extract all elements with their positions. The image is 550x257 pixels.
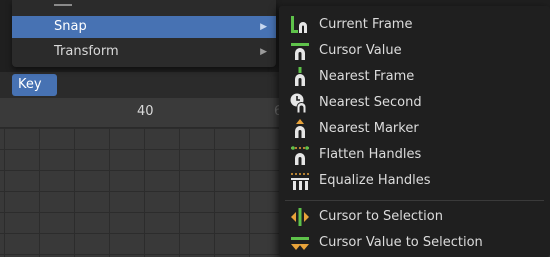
menu-item-label: Nearest Frame bbox=[319, 69, 415, 84]
snap-nearest-second-icon bbox=[290, 93, 307, 114]
menu-item-label: Cursor Value to Selection bbox=[319, 235, 483, 250]
menu-item-nearest-second[interactable]: Nearest Second bbox=[279, 90, 550, 116]
menu-item-label: Transform bbox=[54, 44, 119, 59]
menu-item-cursor-value-to-selection[interactable]: Cursor Value to Selection bbox=[279, 230, 550, 256]
snap-current-frame-icon bbox=[291, 16, 307, 33]
menu-item-nearest-marker[interactable]: Nearest Marker bbox=[279, 116, 550, 142]
submenu-arrow-icon: ▶ bbox=[260, 22, 267, 32]
equalize-handles-icon bbox=[291, 173, 309, 190]
submenu-arrow-icon: ▶ bbox=[260, 47, 267, 57]
menu-item-cursor-to-selection[interactable]: Cursor to Selection bbox=[279, 204, 550, 230]
menu-item-label: Snap bbox=[54, 19, 87, 34]
menu-item-nearest-frame[interactable]: Nearest Frame bbox=[279, 64, 550, 90]
menu-item-label: Flatten Handles bbox=[319, 147, 422, 162]
key-menu-button[interactable]: Key bbox=[12, 74, 57, 96]
menu-separator bbox=[285, 200, 544, 201]
menu-item-label: Current Frame bbox=[319, 17, 413, 32]
menu-item-label: Nearest Second bbox=[319, 95, 422, 110]
menu-item-label: Equalize Handles bbox=[319, 173, 431, 188]
menu-item-equalize-handles[interactable]: Equalize Handles bbox=[279, 168, 550, 194]
key-menu: Snap ▶ Transform ▶ bbox=[12, 0, 276, 67]
snap-nearest-marker-icon bbox=[295, 119, 305, 138]
snap-cursor-value-icon bbox=[291, 43, 309, 60]
menu-item-label: Cursor to Selection bbox=[319, 209, 443, 224]
menu-item-snap[interactable]: Snap ▶ bbox=[12, 16, 276, 38]
ruler-label: 40 bbox=[137, 104, 154, 119]
menu-item-cursor-value[interactable]: Cursor Value bbox=[279, 38, 550, 64]
flatten-handles-icon bbox=[291, 146, 309, 165]
cursor-to-selection-icon bbox=[291, 208, 309, 226]
menu-item-flatten-handles[interactable]: Flatten Handles bbox=[279, 142, 550, 168]
menu-item-label: Nearest Marker bbox=[319, 121, 419, 136]
menu-item-transform[interactable]: Transform ▶ bbox=[12, 41, 276, 63]
cursor-value-to-selection-icon bbox=[291, 237, 309, 250]
snap-submenu: Current Frame Cursor Value Nearest Frame… bbox=[279, 6, 550, 257]
menu-item-label: Cursor Value bbox=[319, 43, 402, 58]
menu-divider bbox=[54, 4, 72, 6]
snap-nearest-frame-icon bbox=[295, 67, 305, 86]
menu-item-current-frame[interactable]: Current Frame bbox=[279, 12, 550, 38]
